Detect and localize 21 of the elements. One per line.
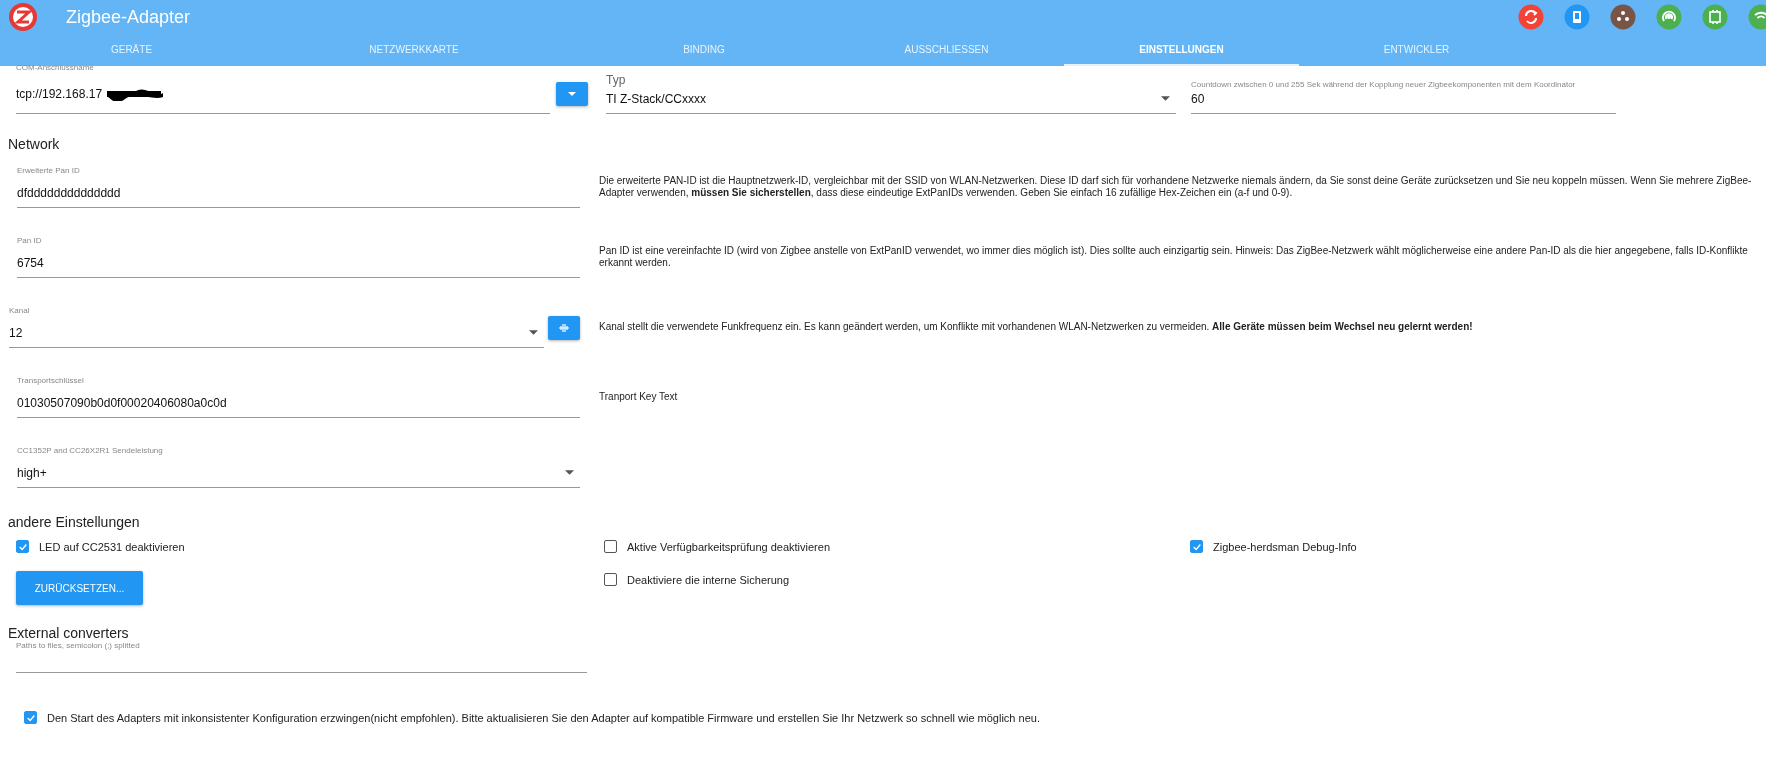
input-field[interactable]: Transportschlüssel 01030507090b0d0f00020406080a0c0d [17, 376, 580, 418]
help-text: Die erweiterte PAN-ID ist die Hauptnetzwerk-ID, vergleichbar mit der SSID von WLAN-Netzwerken. Diese ID darf sich für vorhandene Netzwerke niemals ändern, da Sie sonst deine Geräte zurücksetzen und Sie neu koppeln müssen. Wenn Sie mehrere ZigBee-Adapter verwenden, müssen Sie sicherstellen, dass diese eindeutige ExtPanIDs verwenden. Geben Sie einfach 16 zufällige Hex-Zeichen ein (a-f und 0-9). [599, 175, 1753, 199]
input-field[interactable]: Paths to files, semicolon (;) splitted [16, 641, 587, 673]
input-field[interactable]: Countdown zwischen 0 und 255 Sek während der Kopplung neuer Zigbeekomponenten mit dem Koordinator 60 [1191, 80, 1616, 114]
section-heading: Network [7, 136, 61, 152]
checkbox-label: Aktive Verfügbarkeitsprüfung deaktivieren [627, 540, 830, 553]
input-field[interactable]: Typ TI Z-Stack/CCxxxx [606, 73, 1176, 114]
checkbox-label: LED auf CC2531 deaktivieren [39, 540, 185, 553]
checkbox-label: Zigbee-herdsman Debug-Info [1213, 540, 1357, 553]
checkbox-label: Deaktiviere die interne Sicherung [627, 573, 790, 586]
input-field[interactable]: Kanal 12 [9, 306, 544, 348]
section-heading: andere Einstellungen [7, 514, 141, 530]
section-heading: External converters [7, 625, 130, 641]
app-title: Zigbee-Adapter [66, 6, 191, 28]
input-field[interactable]: CC1352P and CC26X2R1 Sendeleistung high+ [17, 446, 580, 488]
input-field[interactable]: Pan ID 6754 [17, 236, 580, 278]
help-text: Tranport Key Text [599, 391, 679, 403]
checkbox-label: Den Start des Adapters mit inkonsistenter Konfiguration erzwingen(nicht empfohlen). Bitte aktualisieren Sie den Adapter auf kompatible Firmware und erstellen Sie Ihr Netzwerk so schnell wie möglich neu. [47, 711, 1040, 724]
input-field[interactable]: Erweiterte Pan ID dfdddddddddddddd [17, 166, 580, 208]
help-text: Pan ID ist eine vereinfachte ID (wird von Zigbee anstelle von ExtPanID verwendet, wo immer dies möglich ist). Dies sollte auch einzigartig sein. Hinweis: Das ZigBee-Netzwerk wählt möglicherweise eine andere Pan-ID als die hier angegebene, falls ID-Konflikte erkannt werden. [599, 245, 1749, 269]
help-text: Kanal stellt die verwendete Funkfrequenz ein. Es kann geändert werden, um Konflikte mit vorhandenen WLAN-Netzwerken zu vermeiden. Alle Geräte müssen beim Wechsel neu gelernt werden! [599, 321, 1474, 333]
